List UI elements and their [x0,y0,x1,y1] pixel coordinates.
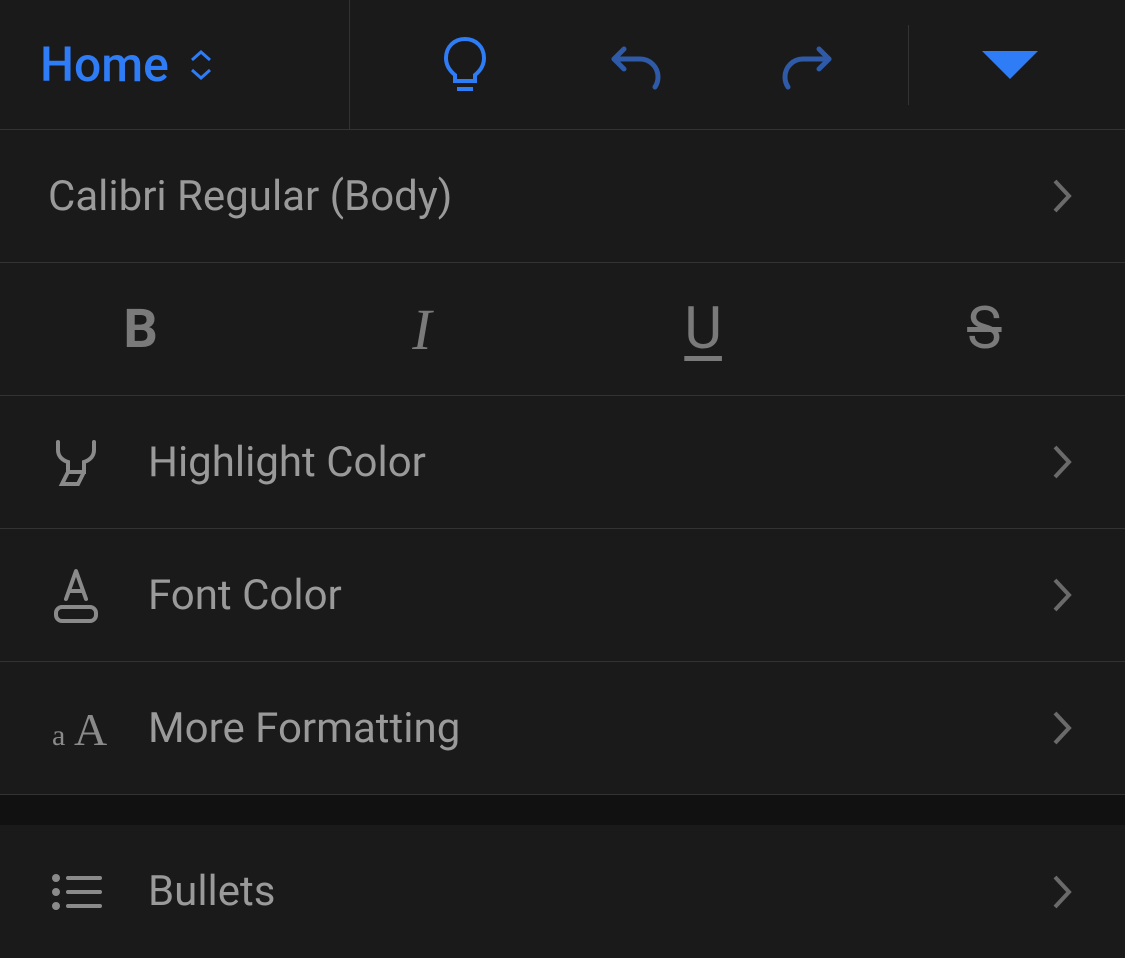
redo-button[interactable] [737,37,877,93]
svg-text:A: A [74,704,107,753]
section-spacer [0,795,1125,825]
highlight-color-label: Highlight Color [148,438,1047,487]
chevron-right-icon [1047,575,1077,615]
redo-icon [779,37,835,93]
font-color-icon [48,563,104,627]
undo-button[interactable] [566,37,706,93]
collapse-ribbon-button[interactable] [940,51,1080,79]
lightbulb-icon [440,35,490,95]
chevron-right-icon [1047,872,1077,912]
more-formatting-icon: a A [48,703,112,753]
font-color-label: Font Color [148,571,1047,620]
bold-icon: B [123,298,157,361]
strikethrough-button[interactable]: S [844,263,1125,395]
highlighter-icon [48,434,104,490]
active-tab-label: Home [40,36,169,93]
tab-selector[interactable]: Home [0,0,350,129]
more-formatting-row[interactable]: a A More Formatting [0,662,1125,795]
italic-icon: I [412,296,431,363]
highlight-color-row[interactable]: Highlight Color [0,396,1125,529]
font-name-label: Calibri Regular (Body) [48,172,1047,221]
underline-icon: U [684,295,722,363]
hint-button[interactable] [395,35,535,95]
more-formatting-label: More Formatting [148,704,1047,753]
svg-text:a: a [52,719,65,752]
chevron-right-icon [1047,442,1077,482]
text-format-row: B I U S [0,263,1125,396]
undo-icon [608,37,664,93]
chevron-right-icon [1047,708,1077,748]
bullets-row[interactable]: Bullets [0,825,1125,958]
bullets-label: Bullets [148,867,1047,916]
bold-button[interactable]: B [0,263,281,395]
toolbar-actions [350,25,1125,105]
underline-button[interactable]: U [563,263,844,395]
triangle-down-icon [982,51,1038,79]
toolbar: Home [0,0,1125,130]
chevron-updown-icon [189,49,213,81]
font-color-row[interactable]: Font Color [0,529,1125,662]
toolbar-divider [908,25,909,105]
chevron-right-icon [1047,176,1077,216]
strikethrough-icon: S [967,295,1001,363]
bullets-icon [48,868,104,916]
italic-button[interactable]: I [281,263,562,395]
font-selector-row[interactable]: Calibri Regular (Body) [0,130,1125,263]
